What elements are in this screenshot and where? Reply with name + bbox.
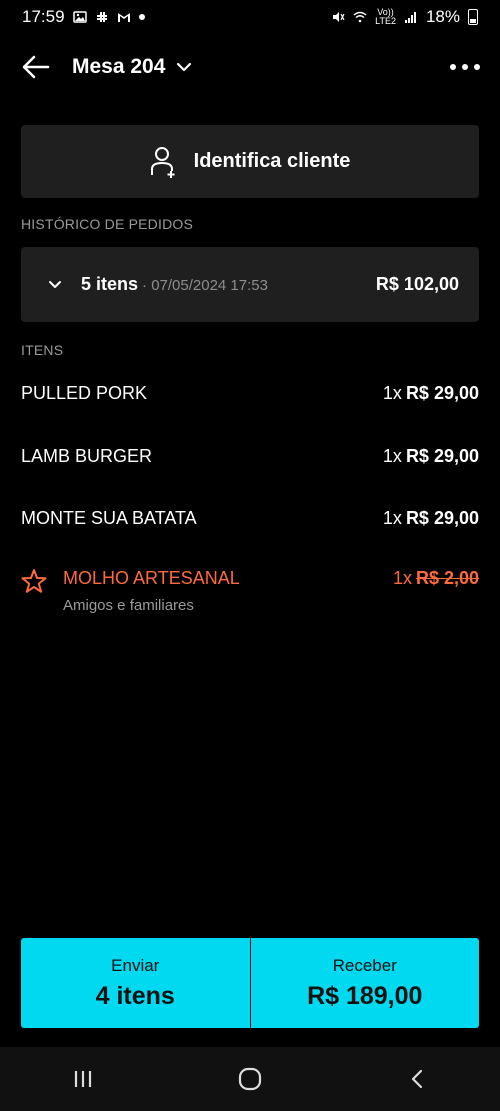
more-dot-2	[462, 64, 468, 70]
slack-icon	[96, 12, 107, 22]
bottom-action-bar: Enviar 4 itens Receber R$ 189,00	[21, 938, 479, 1028]
item-price: 1x R$ 29,00	[383, 446, 479, 467]
items-section-label: ITENS	[21, 342, 64, 358]
item-name: LAMB BURGER	[21, 446, 153, 466]
history-section-label: HISTÓRICO DE PEDIDOS	[21, 216, 194, 232]
gmail-icon	[117, 13, 130, 22]
list-item[interactable]: LAMB BURGER 1x R$ 29,00	[21, 446, 479, 467]
list-item[interactable]: MONTE SUA BATATA 1x R$ 29,00	[21, 508, 479, 529]
status-bar: 17:59 Vo)) LTE2 18%	[0, 0, 500, 34]
item-qty: 1x	[382, 446, 402, 466]
more-dot-1	[450, 64, 456, 70]
page-title: Mesa 204	[72, 55, 166, 78]
history-total: R$ 102,00	[375, 274, 459, 294]
identify-client-button[interactable]: Identifica cliente	[21, 125, 479, 198]
history-item-count: 5 itens	[81, 274, 139, 294]
more-dot-3	[474, 64, 480, 70]
item-qty: 1x	[382, 383, 402, 403]
recent-apps-button[interactable]	[59, 1055, 107, 1103]
item-amount: R$ 2,00	[415, 568, 479, 588]
back-button[interactable]	[20, 47, 60, 87]
send-label: Enviar	[111, 955, 160, 975]
notification-dot-icon	[138, 14, 145, 20]
battery-icon	[468, 9, 478, 25]
list-item[interactable]: PULLED PORK 1x R$ 29,00	[21, 383, 479, 404]
system-nav-bar	[0, 1047, 500, 1111]
receive-button[interactable]: Receber R$ 189,00	[249, 938, 479, 1028]
back-arrow-icon	[22, 55, 50, 79]
more-options-button[interactable]	[450, 64, 480, 70]
status-left: 17:59	[22, 7, 145, 27]
item-name: PULLED PORK	[21, 383, 148, 403]
favorite-list-item[interactable]: MOLHO ARTESANAL Amigos e familiares 1x R$…	[21, 568, 479, 614]
lte-label: Vo)) LTE2	[375, 7, 396, 26]
chevron-down-icon	[49, 280, 61, 288]
item-amount: R$ 29,00	[405, 383, 479, 403]
receive-amount: R$ 189,00	[307, 981, 423, 1010]
item-price: 1x R$ 29,00	[383, 508, 479, 529]
item-name: MOLHO ARTESANAL	[63, 568, 240, 588]
item-price: 1x R$ 2,00	[393, 568, 479, 589]
history-date: · 07/05/2024 17:53	[142, 277, 268, 294]
status-right: Vo)) LTE2 18%	[331, 7, 478, 27]
star-icon[interactable]	[21, 568, 47, 594]
item-qty: 1x	[392, 568, 412, 588]
back-chevron-icon	[411, 1069, 422, 1089]
item-name: MONTE SUA BATATA	[21, 508, 197, 528]
wifi-icon	[353, 11, 367, 23]
item-amount: R$ 29,00	[405, 446, 479, 466]
send-count: 4 itens	[95, 981, 175, 1010]
image-icon	[72, 11, 87, 23]
table-selector[interactable]: Mesa 204	[72, 55, 193, 79]
favorite-text: MOLHO ARTESANAL Amigos e familiares	[63, 568, 240, 614]
user-add-icon	[150, 146, 175, 178]
send-button[interactable]: Enviar 4 itens	[21, 938, 250, 1028]
status-time: 17:59	[22, 7, 65, 26]
home-button[interactable]	[226, 1055, 274, 1103]
home-icon	[238, 1067, 262, 1091]
item-amount: R$ 29,00	[405, 508, 479, 528]
recent-apps-icon	[75, 1071, 92, 1087]
identify-client-label: Identifica cliente	[193, 150, 351, 172]
app-header: Mesa 204	[0, 34, 500, 100]
item-qty: 1x	[382, 508, 402, 528]
receive-label: Receber	[332, 955, 397, 975]
battery-percent: 18%	[425, 7, 460, 26]
mute-icon	[333, 12, 345, 22]
item-price: 1x R$ 29,00	[383, 383, 479, 404]
system-back-button[interactable]	[393, 1055, 441, 1103]
chevron-down-icon	[177, 62, 192, 72]
item-subtitle: Amigos e familiares	[63, 597, 194, 614]
history-left: 5 itens · 07/05/2024 17:53	[47, 274, 268, 295]
signal-icon	[404, 12, 416, 23]
order-history-card[interactable]: 5 itens · 07/05/2024 17:53 R$ 102,00	[21, 247, 479, 322]
